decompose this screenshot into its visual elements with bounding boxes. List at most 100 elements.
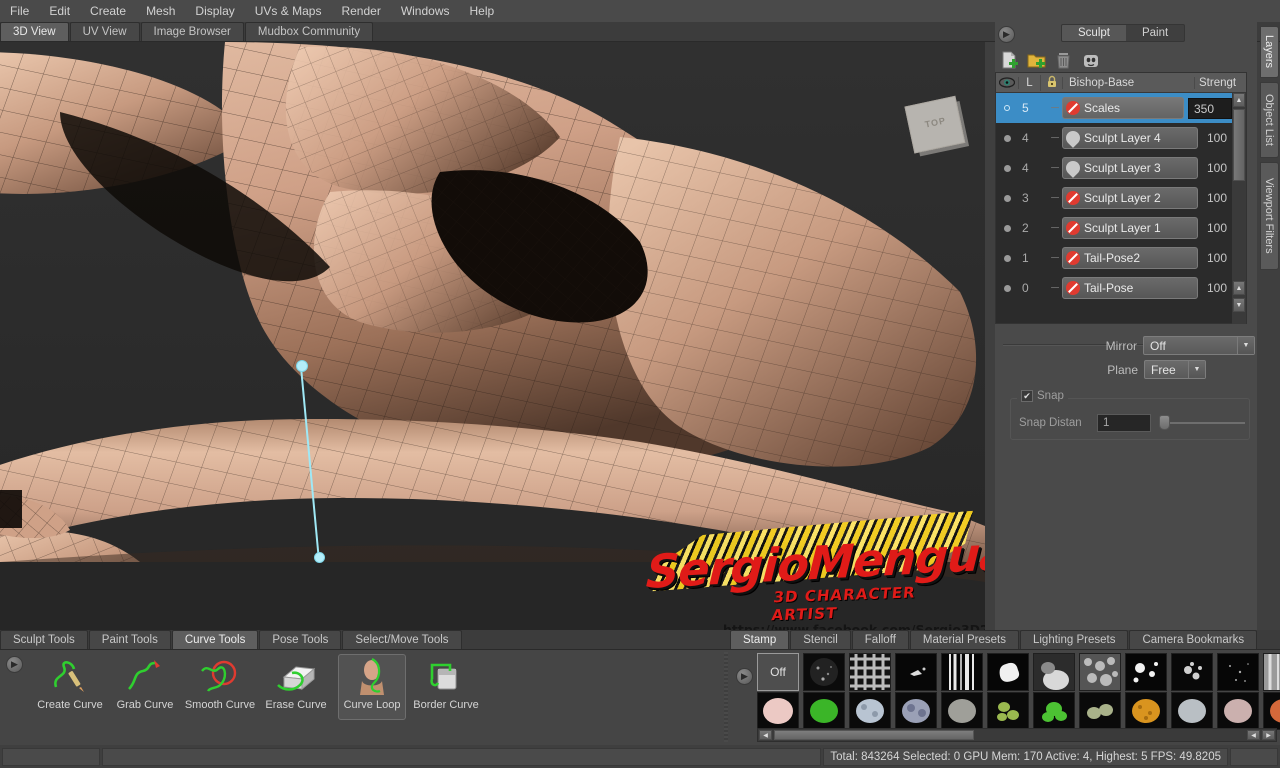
tab-lighting-presets[interactable]: Lighting Presets: [1019, 630, 1129, 649]
tab-stencil[interactable]: Stencil: [790, 630, 851, 649]
delete-layer-icon[interactable]: [1054, 51, 1074, 70]
scroll-left-icon[interactable]: ◀: [759, 730, 772, 740]
layer-name-field[interactable]: Sculpt Layer 4: [1062, 127, 1198, 149]
stamp-thumb[interactable]: [757, 692, 799, 730]
tab-stamp[interactable]: Stamp: [730, 630, 790, 649]
layer-row-sculpt-layer-4[interactable]: 4 ─ Sculpt Layer 4 100: [996, 123, 1246, 153]
stamp-off-button[interactable]: Off: [757, 653, 799, 691]
stamp-thumb[interactable]: [1125, 653, 1167, 691]
menu-mesh[interactable]: Mesh: [136, 2, 185, 20]
stamp-thumb[interactable]: [1217, 692, 1259, 730]
layer-row-sculpt-layer-2[interactable]: 3 ─ Sculpt Layer 2 100: [996, 183, 1246, 213]
layer-visibility-toggle[interactable]: [996, 105, 1018, 111]
stamp-thumb[interactable]: [895, 653, 937, 691]
tab-image-browser[interactable]: Image Browser: [140, 22, 244, 41]
tab-sculpt-tools[interactable]: Sculpt Tools: [0, 630, 88, 649]
menu-windows[interactable]: Windows: [391, 2, 460, 20]
scroll-down-icon[interactable]: ▼: [1233, 298, 1245, 312]
tab-curve-tools[interactable]: Curve Tools: [171, 630, 259, 649]
mask-icon[interactable]: [1081, 51, 1101, 70]
scroll-up-small-icon[interactable]: ▲: [1233, 281, 1245, 295]
tab-mudbox-community[interactable]: Mudbox Community: [244, 22, 374, 41]
layer-name-field[interactable]: Tail-Pose: [1062, 277, 1198, 299]
snap-toggle[interactable]: ✔ Snap: [1017, 390, 1068, 402]
side-tab-viewport-filters[interactable]: Viewport Filters: [1260, 162, 1279, 270]
layer-row-tail-pose2[interactable]: 1 ─ Tail-Pose2 100: [996, 243, 1246, 273]
tool-border-curve[interactable]: Border Curve: [412, 655, 480, 719]
layer-strength-value[interactable]: 350: [1188, 97, 1232, 119]
stamp-thumb[interactable]: [849, 653, 891, 691]
tab-paint-tools[interactable]: Paint Tools: [88, 630, 171, 649]
viewport-3d[interactable]: TOP SergioMengual 3D CHARACTER ARTIST ht…: [0, 42, 985, 630]
tab-camera-bookmarks[interactable]: Camera Bookmarks: [1129, 630, 1258, 649]
stamp-thumb[interactable]: [1033, 692, 1075, 730]
new-folder-icon[interactable]: [1027, 51, 1047, 70]
layer-visibility-toggle[interactable]: [996, 254, 1018, 262]
stamp-thumb[interactable]: [803, 692, 845, 730]
curve-point-start[interactable]: [296, 360, 308, 372]
tool-create-curve[interactable]: Create Curve: [36, 655, 104, 719]
scroll-left-end-icon[interactable]: ◀: [1247, 730, 1260, 740]
plane-dropdown[interactable]: Free ▼: [1144, 360, 1206, 379]
stamp-thumb[interactable]: [941, 653, 983, 691]
menu-create[interactable]: Create: [80, 2, 136, 20]
stamp-collapse-icon[interactable]: ▶: [736, 668, 753, 685]
tab-pose-tools[interactable]: Pose Tools: [259, 630, 342, 649]
layer-row-scales[interactable]: 5 ─ Scales 350 +: [996, 93, 1246, 123]
tool-grab-curve[interactable]: Grab Curve: [111, 655, 179, 719]
tab-falloff[interactable]: Falloff: [851, 630, 909, 649]
stamp-thumb[interactable]: [1033, 653, 1075, 691]
stamp-thumb[interactable]: [1079, 653, 1121, 691]
tab-3d-view[interactable]: 3D View: [0, 22, 69, 41]
stamp-thumb[interactable]: [1263, 692, 1280, 730]
stamp-thumb[interactable]: [1217, 653, 1259, 691]
layer-name-field[interactable]: Scales: [1062, 97, 1184, 119]
menu-display[interactable]: Display: [185, 2, 244, 20]
layers-rows[interactable]: 5 ─ Scales 350 + 4 ─ Sculpt Layer 4: [996, 93, 1246, 324]
mirror-dropdown[interactable]: Off ▼: [1143, 336, 1255, 355]
stamp-thumb[interactable]: [1079, 692, 1121, 730]
layers-vertical-scrollbar[interactable]: ▲ ▲ ▼: [1232, 93, 1246, 324]
snap-distance-slider[interactable]: [1159, 413, 1245, 433]
stamp-thumb[interactable]: [1171, 692, 1213, 730]
layers-table[interactable]: L Bishop-Base Strengt 5 ─ Scales 350 4 ─…: [995, 72, 1247, 324]
tab-material-presets[interactable]: Material Presets: [909, 630, 1019, 649]
layer-name-field[interactable]: Tail-Pose2: [1062, 247, 1198, 269]
side-tab-object-list[interactable]: Object List: [1260, 82, 1279, 158]
slider-knob[interactable]: [1159, 415, 1170, 430]
chevron-down-icon[interactable]: ▼: [1237, 337, 1254, 354]
stamp-thumb[interactable]: [1171, 653, 1213, 691]
tool-curve-loop[interactable]: Curve Loop: [338, 654, 406, 720]
chevron-down-icon[interactable]: ▼: [1188, 361, 1205, 378]
layer-visibility-toggle[interactable]: [996, 164, 1018, 172]
shelf-collapse-icon[interactable]: ▶: [6, 656, 23, 673]
layer-visibility-toggle[interactable]: [996, 134, 1018, 142]
stamp-horizontal-scrollbar[interactable]: ◀ ◀ ▶: [757, 728, 1277, 742]
stamp-thumb[interactable]: [895, 692, 937, 730]
menu-help[interactable]: Help: [460, 2, 505, 20]
tool-erase-curve[interactable]: Erase Curve: [262, 655, 330, 719]
layer-visibility-toggle[interactable]: [996, 284, 1018, 292]
snap-checkbox[interactable]: ✔: [1021, 390, 1033, 402]
layer-visibility-toggle[interactable]: [996, 224, 1018, 232]
scroll-right-icon[interactable]: ▶: [1262, 730, 1275, 740]
snap-distance-field[interactable]: 1: [1097, 414, 1151, 432]
layer-name-field[interactable]: Sculpt Layer 1: [1062, 217, 1198, 239]
curve-point-end[interactable]: [314, 552, 325, 563]
menu-uvs-maps[interactable]: UVs & Maps: [245, 2, 332, 20]
stamp-thumb[interactable]: [1263, 653, 1280, 691]
stamp-thumb[interactable]: [849, 692, 891, 730]
tool-smooth-curve[interactable]: Smooth Curve: [185, 655, 255, 719]
paint-mode-button[interactable]: Paint: [1126, 25, 1184, 41]
menu-file[interactable]: File: [0, 2, 39, 20]
menu-render[interactable]: Render: [331, 2, 390, 20]
stamp-thumb[interactable]: [941, 692, 983, 730]
stamp-thumb[interactable]: [803, 653, 845, 691]
layer-row-sculpt-layer-3[interactable]: 4 ─ Sculpt Layer 3 100: [996, 153, 1246, 183]
layer-name-field[interactable]: Sculpt Layer 2: [1062, 187, 1198, 209]
tab-uv-view[interactable]: UV View: [69, 22, 140, 41]
stamp-thumb[interactable]: [1125, 692, 1167, 730]
layers-scroll-thumb[interactable]: [1233, 109, 1245, 181]
new-layer-icon[interactable]: [1000, 51, 1020, 70]
scroll-up-icon[interactable]: ▲: [1233, 93, 1245, 107]
